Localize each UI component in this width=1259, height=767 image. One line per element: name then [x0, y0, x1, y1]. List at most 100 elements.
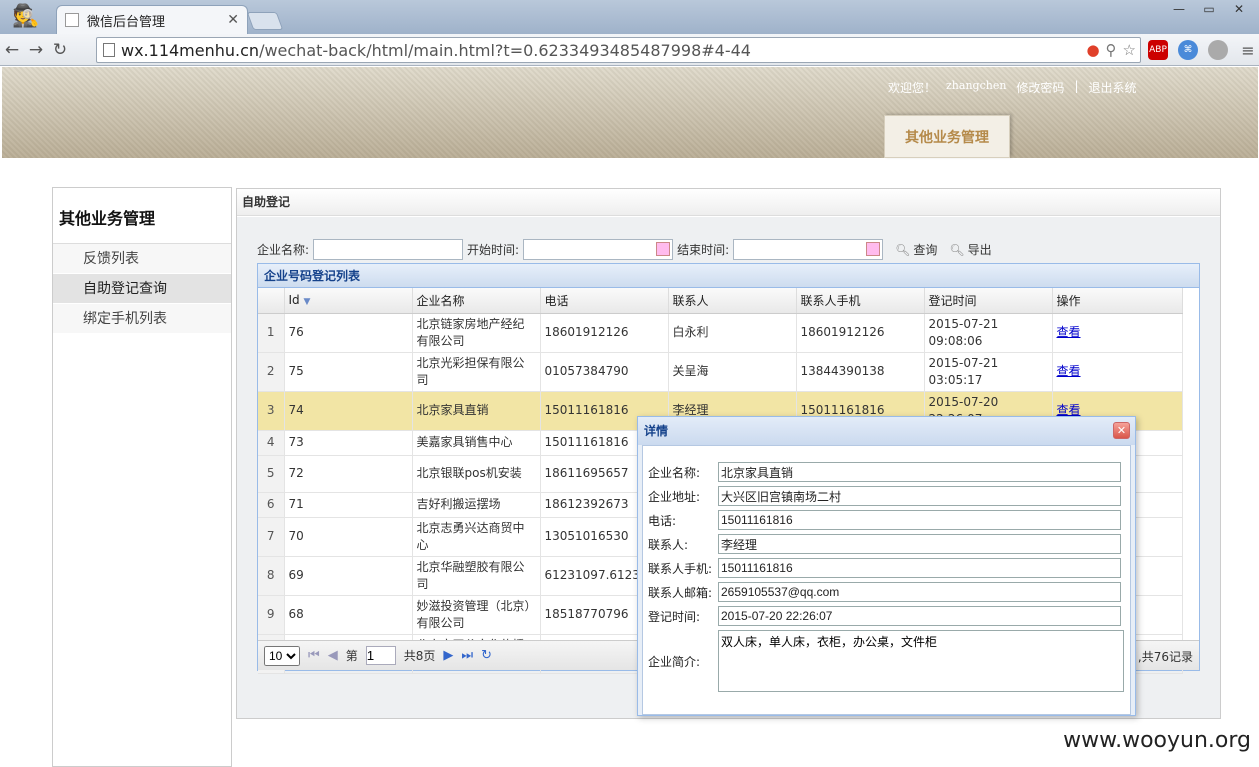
row-number: 7	[258, 517, 285, 557]
user-bar: 欢迎您！ zhangchen 修改密码 | 退出系统	[888, 79, 1137, 96]
phone-field[interactable]	[718, 510, 1121, 530]
page-number-input[interactable]	[365, 646, 396, 665]
column-header-contact[interactable]: 联系人	[668, 288, 797, 314]
column-header-action[interactable]: 操作	[1052, 288, 1183, 314]
export-button[interactable]: 🔍︎ 导出	[949, 241, 991, 258]
extension-blue-icon[interactable]: ⌘	[1178, 40, 1198, 60]
extension-shield-icon[interactable]: ●	[1086, 41, 1099, 59]
company-input[interactable]	[313, 239, 464, 260]
calendar-icon[interactable]	[656, 242, 671, 256]
cell-id: 76	[284, 313, 413, 353]
column-header-label: Id	[288, 293, 300, 308]
sidebar-item-feedback[interactable]: 反馈列表	[53, 244, 231, 274]
calendar-icon[interactable]	[866, 242, 881, 256]
cell-company: 妙滋投资管理（北京）有限公司	[412, 595, 541, 635]
field-email: 联系人邮箱:	[648, 582, 1121, 602]
column-header-mobile[interactable]: 联系人手机	[796, 288, 925, 314]
column-header-phone[interactable]: 电话	[540, 288, 669, 314]
sidebar-title: 其他业务管理	[53, 188, 231, 244]
end-date-input[interactable]	[733, 239, 884, 260]
page-size-select[interactable]: 10	[264, 645, 300, 666]
table-header-row: Id ▼ 企业名称 电话 联系人 联系人手机 登记时间 操作	[258, 288, 1183, 314]
bookmark-star-icon[interactable]: ☆	[1123, 41, 1136, 59]
maximize-icon[interactable]: ▭	[1195, 2, 1223, 18]
column-header-time[interactable]: 登记时间	[924, 288, 1053, 314]
new-tab-button[interactable]	[246, 12, 284, 30]
change-password-link[interactable]: 修改密码	[1016, 79, 1064, 96]
forward-icon[interactable]: →	[24, 40, 48, 60]
field-label: 电话:	[648, 513, 677, 528]
tab-close-icon[interactable]: ✕	[227, 12, 239, 28]
email-field[interactable]	[718, 582, 1121, 602]
cell-phone: 01057384790	[540, 352, 669, 392]
start-date-input[interactable]	[523, 239, 674, 260]
field-label: 联系人手机:	[648, 561, 713, 576]
module-tab[interactable]: 其他业务管理	[884, 115, 1010, 158]
last-page-icon[interactable]: ⏭	[461, 648, 473, 663]
row-number: 1	[258, 313, 285, 353]
sidebar-item-bound-phones[interactable]: 绑定手机列表	[53, 304, 231, 334]
company-name-field[interactable]	[718, 462, 1121, 482]
column-header-company[interactable]: 企业名称	[412, 288, 541, 314]
menu-icon[interactable]: ≡	[1238, 40, 1258, 60]
cell-id: 74	[284, 391, 413, 431]
cell-id: 75	[284, 352, 413, 392]
next-page-icon[interactable]: ▶	[443, 648, 453, 663]
refresh-icon[interactable]: ↻	[481, 648, 492, 663]
table-row[interactable]: 1 76 北京链家房地产经纪有限公司 18601912126 白永利 1860191212…	[258, 313, 1183, 353]
search-icon: 🔍︎	[895, 242, 911, 257]
cell-company: 北京志勇兴达商贸中心	[412, 517, 541, 557]
cell-contact: 白永利	[668, 313, 797, 353]
window-controls: — ▭ ✕	[1165, 2, 1253, 18]
company-label: 企业名称:	[257, 243, 310, 257]
grid-title: 企业号码登记列表	[258, 264, 1199, 288]
cell-action: 查看	[1052, 313, 1183, 353]
register-time-field[interactable]	[718, 606, 1121, 626]
end-date-box	[733, 239, 884, 260]
browser-tab[interactable]: 微信后台管理 ✕	[56, 5, 248, 34]
view-link[interactable]: 查看	[1057, 325, 1081, 339]
dialog-close-icon[interactable]: ✕	[1113, 422, 1130, 439]
page-icon	[103, 43, 115, 57]
field-label: 企业简介:	[648, 654, 701, 669]
back-icon[interactable]: ←	[0, 40, 24, 60]
cell-company: 北京链家房地产经纪有限公司	[412, 313, 541, 353]
cell-company: 北京银联pos机安装	[412, 455, 541, 493]
row-number: 5	[258, 455, 285, 493]
field-address: 企业地址:	[648, 486, 1121, 506]
logout-link[interactable]: 退出系统	[1088, 79, 1136, 96]
address-bar[interactable]: wx.114menhu.cn/wechat-back/html/main.htm…	[96, 37, 1141, 63]
close-window-icon[interactable]: ✕	[1225, 2, 1253, 18]
view-link[interactable]: 查看	[1057, 403, 1081, 417]
address-field[interactable]	[718, 486, 1121, 506]
browser-tabstrip: 🕵 微信后台管理 ✕ — ▭ ✕	[0, 0, 1259, 34]
key-icon[interactable]: ⚲	[1106, 41, 1117, 59]
view-link[interactable]: 查看	[1057, 364, 1081, 378]
cell-id: 71	[284, 492, 413, 518]
sidebar-item-self-registration[interactable]: 自助登记查询	[53, 274, 231, 304]
column-header-id[interactable]: Id ▼	[284, 288, 413, 314]
contact-field[interactable]	[718, 534, 1121, 554]
minimize-icon[interactable]: —	[1165, 2, 1193, 18]
sidebar: 其他业务管理 反馈列表 自助登记查询 绑定手机列表	[52, 187, 232, 767]
welcome-text: 欢迎您！	[888, 81, 937, 95]
intro-textarea[interactable]: 双人床，单人床，衣柜，办公桌，文件柜	[718, 630, 1124, 692]
url-path: /wechat-back/html/main.html?t=0.62334934…	[259, 40, 751, 60]
row-number: 9	[258, 595, 285, 635]
rownum-header	[258, 288, 285, 314]
page-count-label: 共8页	[403, 649, 436, 663]
first-page-icon[interactable]: ⏮	[308, 648, 320, 663]
reload-icon[interactable]: ↻	[48, 40, 72, 60]
cell-company: 北京华融塑胶有限公司	[412, 556, 541, 596]
mobile-field[interactable]	[718, 558, 1121, 578]
url-text[interactable]: wx.114menhu.cn/wechat-back/html/main.htm…	[121, 41, 751, 60]
extension-gray-icon[interactable]	[1208, 40, 1228, 60]
username: zhangchen	[946, 79, 1007, 92]
total-records: ,共76记录	[1137, 650, 1193, 664]
prev-page-icon[interactable]: ◀	[328, 648, 338, 663]
field-company: 企业名称:	[648, 462, 1121, 482]
adblock-icon[interactable]: ABP	[1148, 40, 1168, 60]
table-row[interactable]: 2 75 北京光彩担保有限公司 01057384790 关呈海 13844390138 20…	[258, 352, 1183, 392]
query-button[interactable]: 🔍︎ 查询	[895, 241, 937, 258]
cell-id: 73	[284, 430, 413, 456]
